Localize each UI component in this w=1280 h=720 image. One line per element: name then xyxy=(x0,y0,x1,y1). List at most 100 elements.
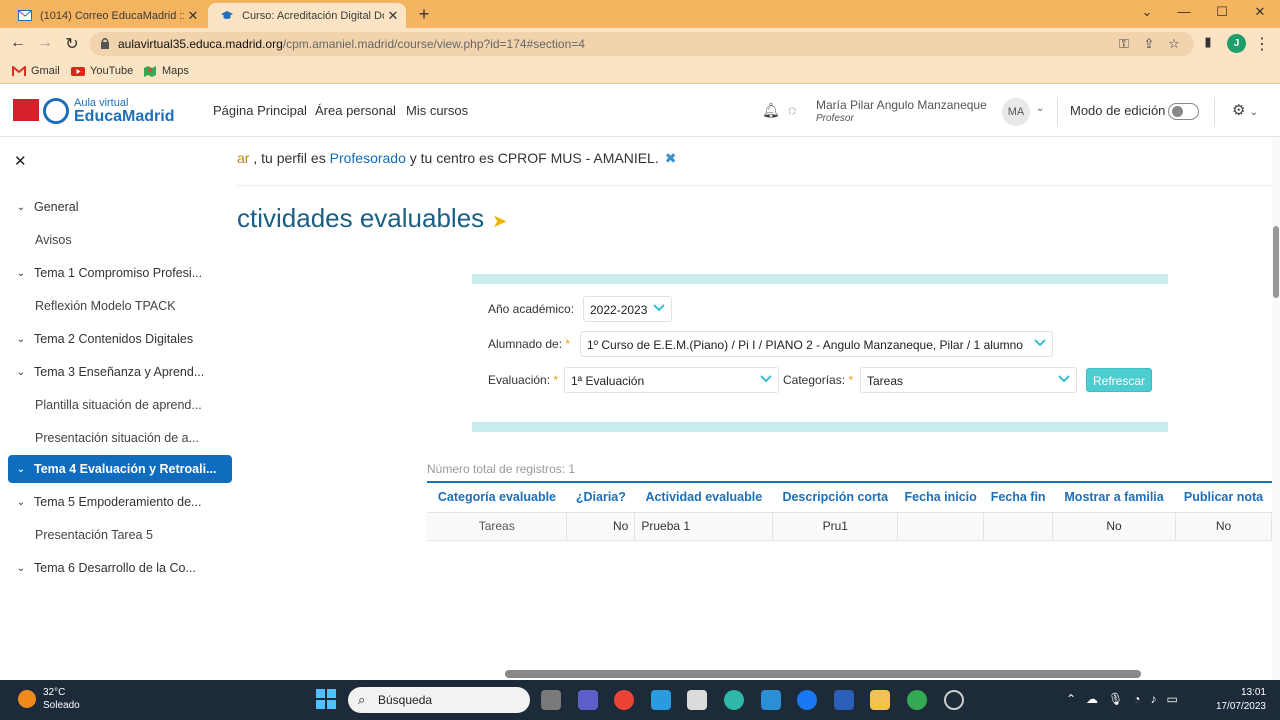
user-name[interactable]: María Pilar Angulo Manzaneque xyxy=(816,98,987,112)
taskbar-search[interactable]: ⌕ Búsqueda xyxy=(348,687,530,713)
close-tab-icon[interactable]: ✕ xyxy=(384,8,402,24)
col-header[interactable]: Fecha inicio xyxy=(897,481,984,512)
sidebar-item-label: Presentación situación de a... xyxy=(35,431,199,445)
gear-icon[interactable]: ⚙︎ ⌄ xyxy=(1232,101,1258,119)
maximize-icon[interactable]: ☐ xyxy=(1212,4,1232,20)
col-header[interactable]: Categoría evaluable xyxy=(427,481,567,512)
chevron-down-icon[interactable]: ⌄ xyxy=(8,464,34,475)
menu-icon[interactable]: ⋮ xyxy=(1252,34,1272,54)
new-tab-icon[interactable]: + xyxy=(414,4,434,25)
chevron-down-icon[interactable]: ⌄ xyxy=(8,268,34,279)
close-tab-icon[interactable]: ✕ xyxy=(184,8,202,24)
horizontal-scrollbar[interactable] xyxy=(237,668,1272,680)
cell-activity[interactable]: Prueba 1 xyxy=(634,511,774,541)
refresh-button[interactable]: Refrescar xyxy=(1086,368,1152,392)
windows-start-icon[interactable] xyxy=(316,689,336,709)
facebook-icon[interactable] xyxy=(797,690,817,710)
graduation-cap-icon xyxy=(221,11,233,19)
sidebar-item[interactable]: ⌄ Tema 4 Evaluación y Retroali... xyxy=(8,455,232,483)
col-header[interactable]: Publicar nota xyxy=(1175,481,1272,512)
sidebar-item[interactable]: ⌄ Tema 6 Desarrollo de la Co... xyxy=(8,554,232,582)
teams-icon[interactable] xyxy=(578,690,598,710)
sidebar-item[interactable]: Presentación situación de a... xyxy=(8,424,232,452)
sun-icon[interactable] xyxy=(18,690,36,708)
col-header[interactable]: ¿Diaria? xyxy=(566,481,635,512)
chrome-icon[interactable] xyxy=(614,690,634,710)
sidebar-item[interactable]: Presentación Tarea 5 xyxy=(8,521,232,549)
scroll-thumb[interactable] xyxy=(505,670,1141,678)
sidebar-item[interactable]: ⌄ Tema 5 Empoderamiento de... xyxy=(8,488,232,516)
vertical-scrollbar[interactable] xyxy=(1272,138,1280,680)
tab-search-icon[interactable]: ⌄ xyxy=(1137,4,1157,20)
bookmark-gmail[interactable]: Gmail xyxy=(12,65,60,77)
scroll-thumb[interactable] xyxy=(1273,226,1279,298)
categories-select[interactable]: Tareas xyxy=(860,367,1077,393)
profile-avatar[interactable]: J xyxy=(1227,34,1246,53)
table-row[interactable]: Tareas No Prueba 1 Pru1 No No xyxy=(427,511,1272,541)
course-index-sidebar: ✕ ⌄ General Avisos ⌄ Tema 1 Compromiso Profe… xyxy=(0,138,237,680)
divider xyxy=(1214,97,1215,127)
chevron-down-icon[interactable]: ⌄ xyxy=(8,202,34,213)
edge-icon[interactable] xyxy=(724,690,744,710)
chevron-down-icon[interactable]: ⌄ xyxy=(8,563,34,574)
star-icon[interactable]: ☆ xyxy=(1166,36,1182,52)
edit-mode-toggle[interactable] xyxy=(1168,103,1199,120)
chevron-down-icon[interactable]: ⌄ xyxy=(1036,103,1044,114)
close-icon[interactable]: ✕ xyxy=(14,152,27,170)
forward-icon[interactable]: → xyxy=(35,34,55,52)
sidebar-item[interactable]: Reflexión Modelo TPACK xyxy=(8,292,232,320)
chrome-active-icon[interactable] xyxy=(907,690,927,710)
col-header[interactable]: Actividad evaluable xyxy=(634,481,773,512)
tab-mail[interactable]: (1014) Correo EducaMadrid :: Entr... ✕ xyxy=(6,3,206,28)
app-icon[interactable] xyxy=(761,690,781,710)
app-icon[interactable] xyxy=(651,690,671,710)
chevron-down-icon[interactable]: ⌄ xyxy=(8,497,34,508)
close-window-icon[interactable]: ✕ xyxy=(1250,4,1270,20)
sidebar-item[interactable]: ⌄ Tema 1 Compromiso Profesi... xyxy=(8,259,232,287)
nav-home[interactable]: Página Principal xyxy=(213,103,307,118)
sidebar-item[interactable]: ⌄ Tema 3 Enseñanza y Aprend... xyxy=(8,358,232,386)
task-view-icon[interactable] xyxy=(541,690,561,710)
chevron-down-icon[interactable]: ⌄ xyxy=(8,334,34,345)
sidebar-item[interactable]: ⌄ General xyxy=(8,193,232,221)
students-label: Alumnado de: * xyxy=(488,337,571,351)
minimize-icon[interactable]: — xyxy=(1174,4,1194,19)
key-icon[interactable]: ⚿ xyxy=(1116,36,1132,52)
tab-course[interactable]: Curso: Acreditación Digital Docen... ✕ xyxy=(208,3,406,28)
madrid-logo[interactable] xyxy=(13,99,39,121)
students-select[interactable]: 1º Curso de E.E.M.(Piano) / Pi I / PIANO… xyxy=(580,331,1053,357)
word-icon[interactable] xyxy=(834,690,854,710)
year-select[interactable]: 2022-2023 xyxy=(583,296,672,322)
nav-my-courses[interactable]: Mis cursos xyxy=(406,103,468,118)
bell-icon[interactable]: 🔔︎ xyxy=(762,102,780,119)
bookmark-youtube[interactable]: YouTube xyxy=(71,65,133,77)
back-icon[interactable]: ← xyxy=(8,34,28,52)
app-icon[interactable] xyxy=(944,690,964,710)
nav-dashboard[interactable]: Área personal xyxy=(315,103,396,118)
reload-icon[interactable]: ↻ xyxy=(62,34,82,54)
sidebar-item[interactable]: Plantilla situación de aprend... xyxy=(8,391,232,419)
store-icon[interactable] xyxy=(687,690,707,710)
message-icon[interactable]: ◌ xyxy=(788,102,796,118)
eval-select[interactable]: 1ª Evaluación xyxy=(564,367,779,393)
sidebar-item[interactable]: Avisos xyxy=(8,226,232,254)
col-header[interactable]: Mostrar a familia xyxy=(1052,481,1176,512)
tab-title: Curso: Acreditación Digital Docen... xyxy=(242,9,384,22)
filter-bottom-bar xyxy=(472,422,1168,432)
sidepanel-icon[interactable]: ▮ xyxy=(1198,34,1218,50)
col-header[interactable]: Descripción corta xyxy=(772,481,898,512)
share-icon[interactable]: ⇪ xyxy=(1141,36,1157,52)
avatar[interactable]: MA xyxy=(1002,98,1030,126)
clock[interactable]: 13:01 17/07/2023 xyxy=(1212,687,1266,712)
year-value: 2022-2023 xyxy=(590,303,648,317)
close-notice-icon[interactable]: ✖ xyxy=(665,150,677,166)
sidebar-item[interactable]: ⌄ Tema 2 Contenidos Digitales xyxy=(8,325,232,353)
system-tray[interactable]: ⌃ ☁ 🎙︎ ◔ ♪ ▭ xyxy=(1066,692,1178,706)
address-bar[interactable]: aulavirtual35.educa.madrid.org/cpm.amani… xyxy=(90,32,1194,56)
chevron-down-icon[interactable]: ⌄ xyxy=(8,367,34,378)
bookmark-maps[interactable]: Maps xyxy=(143,65,189,77)
profile-link[interactable]: Profesorado xyxy=(330,150,406,166)
folder-icon[interactable] xyxy=(870,690,890,710)
educamadrid-logo-icon[interactable] xyxy=(43,98,69,124)
col-header[interactable]: Fecha fin xyxy=(983,481,1053,512)
